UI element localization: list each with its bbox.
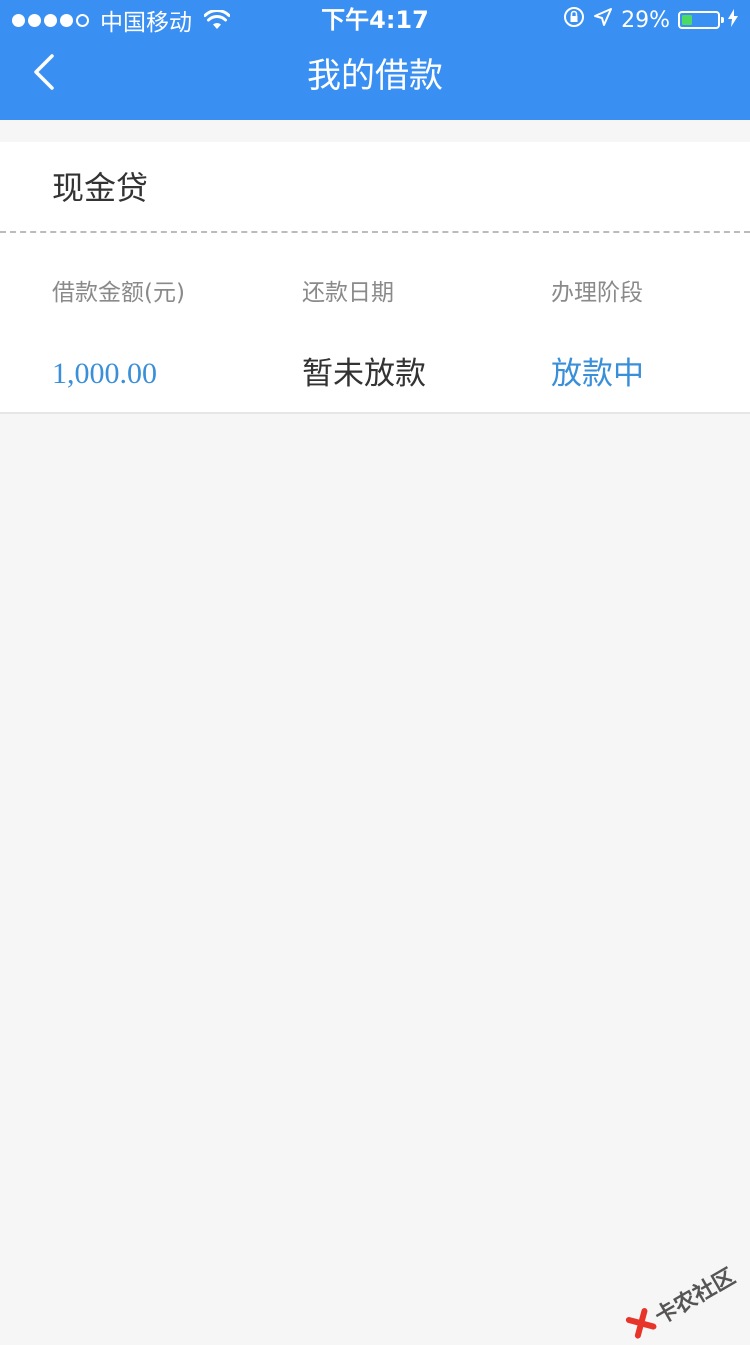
charging-bolt-icon (728, 8, 738, 33)
community-watermark: 卡农社区 (624, 1259, 740, 1345)
status-bar: 中国移动 下午4:17 29% (0, 0, 750, 40)
status-bar-right: 29% (555, 6, 738, 34)
loan-amount-label: 借款金额(元) (52, 280, 185, 306)
processing-stage-value: 放款中 (551, 356, 644, 392)
app-header: 中国移动 下午4:17 29% 我的借款 (0, 0, 750, 120)
battery-icon (678, 11, 724, 29)
location-arrow-icon (593, 7, 613, 33)
processing-stage-label: 办理阶段 (551, 280, 643, 306)
loan-card[interactable]: 现金贷 借款金额(元) 还款日期 办理阶段 1,000.00 暂未放款 放款中 (0, 142, 750, 414)
battery-percent: 29% (621, 7, 670, 33)
battery-level (682, 15, 692, 25)
repayment-date-label: 还款日期 (302, 280, 394, 306)
loan-amount-value: 1,000.00 (52, 357, 157, 390)
battery-tip (721, 17, 724, 23)
watermark-text: 卡农社区 (651, 1264, 740, 1330)
navigation-bar: 我的借款 (0, 40, 750, 120)
repayment-date-value: 暂未放款 (302, 356, 426, 392)
dashed-divider (0, 231, 750, 233)
rotation-lock-icon (563, 6, 585, 34)
loan-product-title: 现金贷 (52, 169, 149, 207)
page-title: 我的借款 (307, 56, 443, 96)
